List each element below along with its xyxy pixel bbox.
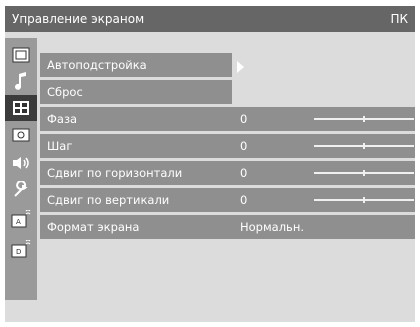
wrench-icon[interactable] xyxy=(5,177,37,203)
screen-control-panel: Управление экраном ПК A D Автоподстройка xyxy=(5,6,415,322)
setting-value: 0 xyxy=(240,193,248,207)
setting-value: 0 xyxy=(240,166,248,180)
setting-label: Сдвиг по вертикали xyxy=(47,193,170,207)
menu-item-label: Сброс xyxy=(47,85,83,99)
slider-knob[interactable] xyxy=(363,116,365,122)
panel-title: Управление экраном xyxy=(12,12,145,26)
setting-row-screen-format[interactable]: Формат экрана Нормальн. xyxy=(40,215,415,239)
antenna-b-icon[interactable]: D xyxy=(5,236,37,262)
horizontal-shift-slider[interactable] xyxy=(314,170,414,176)
phase-slider[interactable] xyxy=(314,116,414,122)
setting-row-vertical-shift[interactable]: Сдвиг по вертикали 0 xyxy=(40,188,415,212)
category-sidebar: A D xyxy=(5,38,37,300)
input-mode-label: ПК xyxy=(390,12,408,26)
slider-knob[interactable] xyxy=(363,170,365,176)
setting-label: Фаза xyxy=(47,112,78,126)
vertical-shift-slider[interactable] xyxy=(314,197,414,203)
setting-label: Шаг xyxy=(47,139,73,153)
svg-text:A: A xyxy=(16,218,21,226)
setup-icon[interactable] xyxy=(5,122,37,148)
svg-text:D: D xyxy=(16,248,21,256)
sound-icon[interactable] xyxy=(5,68,37,94)
slider-knob[interactable] xyxy=(363,197,365,203)
menu-item-auto-adjust[interactable]: Автоподстройка xyxy=(40,53,232,77)
screen-icon[interactable] xyxy=(5,95,37,121)
menu-item-label: Автоподстройка xyxy=(47,58,147,72)
speaker-icon[interactable] xyxy=(5,150,37,176)
antenna-a-icon[interactable]: A xyxy=(5,206,37,232)
setting-label: Формат экрана xyxy=(47,220,140,234)
setting-value: Нормальн. xyxy=(240,220,305,234)
slider-knob[interactable] xyxy=(363,143,365,149)
setting-row-horizontal-shift[interactable]: Сдвиг по горизонтали 0 xyxy=(40,161,415,185)
setting-value: 0 xyxy=(240,112,248,126)
setting-label: Сдвиг по горизонтали xyxy=(47,166,183,180)
header-bar: Управление экраном ПК xyxy=(5,6,415,32)
setting-row-phase[interactable]: Фаза 0 xyxy=(40,107,415,131)
setting-value: 0 xyxy=(240,139,248,153)
picture-icon[interactable] xyxy=(5,42,37,68)
pitch-slider[interactable] xyxy=(314,143,414,149)
setting-row-pitch[interactable]: Шаг 0 xyxy=(40,134,415,158)
menu-item-reset[interactable]: Сброс xyxy=(40,80,232,104)
chevron-right-icon xyxy=(237,61,244,73)
